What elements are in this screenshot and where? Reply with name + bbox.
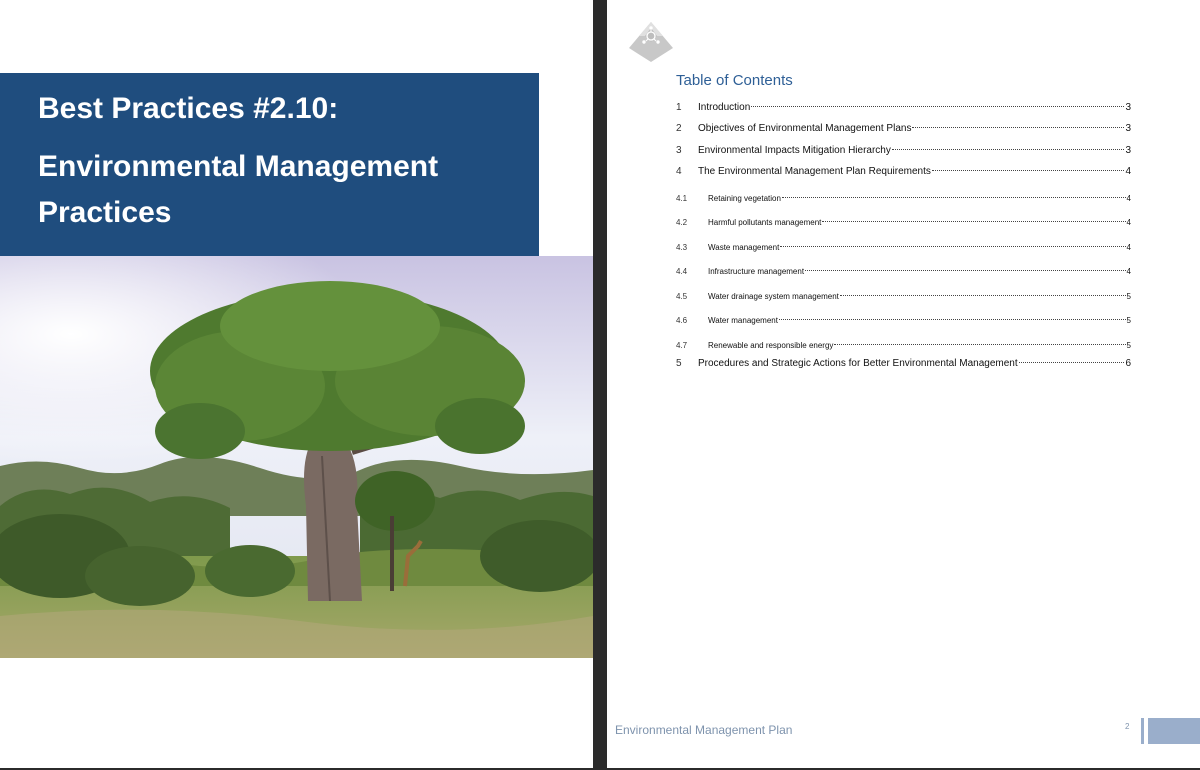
cover-title-line1: Best Practices #2.10:	[38, 92, 339, 125]
toc-entry-label: Retaining vegetation	[708, 194, 781, 203]
toc-entry-number: 4.4	[676, 267, 688, 276]
toc-entry-page: 5	[1126, 316, 1131, 325]
toc-entry-4-1[interactable]: 4.1 Retaining vegetation 4	[676, 194, 1131, 203]
toc-entry-page: 4	[1126, 267, 1131, 276]
toc-entry-3[interactable]: 3 Environmental Impacts Mitigation Hiera…	[676, 145, 1131, 156]
toc-leader-dots	[834, 344, 1126, 345]
toc-entry-2[interactable]: 2 Objectives of Environmental Management…	[676, 123, 1131, 134]
toc-entry-number: 3	[676, 145, 682, 156]
toc-leader-dots	[912, 127, 1125, 128]
toc-entry-4-6[interactable]: 4.6 Water management 5	[676, 316, 1131, 325]
toc-page: Table of Contents 1 Introduction 3 2 Obj…	[607, 0, 1200, 768]
toc-entry-page: 5	[1126, 292, 1131, 301]
footer-accent-block	[1148, 718, 1200, 744]
toc-leader-dots	[805, 270, 1126, 271]
toc-leader-dots	[778, 319, 1126, 320]
puzzle-network-logo-icon	[629, 22, 673, 62]
toc-entry-label: Water management	[708, 316, 778, 325]
toc-entry-number: 4.5	[676, 292, 688, 301]
toc-leader-dots	[781, 197, 1126, 198]
toc-entry-number: 2	[676, 123, 682, 134]
toc-entry-4-4[interactable]: 4.4 Infrastructure management 4	[676, 267, 1131, 276]
toc-leader-dots	[1018, 362, 1125, 363]
cover-title-line2: Environmental Management Practices	[38, 150, 439, 229]
toc-entry-number: 4.1	[676, 194, 688, 203]
toc-heading: Table of Contents	[676, 72, 793, 89]
toc-leader-dots	[822, 221, 1126, 222]
cover-page: Best Practices #2.10: Environmental Mana…	[0, 0, 593, 768]
footer-divider	[1141, 718, 1144, 744]
toc-leader-dots	[891, 149, 1125, 150]
toc-entry-number: 5	[676, 358, 682, 369]
toc-entry-label: Water drainage system management	[708, 292, 839, 301]
toc-entry-page: 3	[1125, 123, 1131, 134]
toc-leader-dots	[931, 170, 1125, 171]
footer-title: Environmental Management Plan	[615, 723, 793, 737]
toc-entry-1[interactable]: 1 Introduction 3	[676, 102, 1131, 113]
toc-entry-number: 1	[676, 102, 682, 113]
toc-entry-page: 4	[1126, 218, 1131, 227]
toc-entry-label: Waste management	[708, 243, 780, 252]
toc-entry-label: Objectives of Environmental Management P…	[698, 123, 912, 134]
toc-entry-4[interactable]: 4 The Environmental Management Plan Requ…	[676, 166, 1131, 177]
toc-entry-label: Environmental Impacts Mitigation Hierarc…	[698, 145, 891, 156]
toc-entry-label: Infrastructure management	[708, 267, 805, 276]
toc-entry-number: 4.3	[676, 243, 688, 252]
toc-entry-label: Introduction	[698, 102, 751, 113]
toc-entry-label: Procedures and Strategic Actions for Bet…	[698, 358, 1018, 369]
footer-page-number: 2	[1125, 722, 1130, 731]
toc-entry-number: 4.7	[676, 341, 688, 350]
toc-entry-label: Renewable and responsible energy	[708, 341, 834, 350]
toc-entry-page: 5	[1126, 341, 1131, 350]
toc-entry-page: 4	[1125, 166, 1131, 177]
toc-entry-number: 4.2	[676, 218, 688, 227]
baobab-landscape-image	[0, 256, 593, 658]
toc-entry-page: 4	[1126, 194, 1131, 203]
toc-entry-page: 3	[1125, 102, 1131, 113]
toc-entry-5[interactable]: 5 Procedures and Strategic Actions for B…	[676, 358, 1131, 369]
toc-entry-number: 4	[676, 166, 682, 177]
toc-entry-page: 4	[1126, 243, 1131, 252]
toc-entry-4-5[interactable]: 4.5 Water drainage system management 5	[676, 292, 1131, 301]
toc-entry-4-7[interactable]: 4.7 Renewable and responsible energy 5	[676, 341, 1131, 350]
toc-entry-label: The Environmental Management Plan Requir…	[698, 166, 931, 177]
toc-leader-dots	[839, 295, 1126, 296]
toc-entry-page: 6	[1125, 358, 1131, 369]
toc-entry-page: 3	[1125, 145, 1131, 156]
toc-entry-label: Harmful pollutants management	[708, 218, 822, 227]
toc-entry-4-3[interactable]: 4.3 Waste management 4	[676, 243, 1131, 252]
toc-leader-dots	[751, 106, 1125, 107]
toc-entry-number: 4.6	[676, 316, 688, 325]
toc-entry-4-2[interactable]: 4.2 Harmful pollutants management 4	[676, 218, 1131, 227]
toc-leader-dots	[780, 246, 1126, 247]
